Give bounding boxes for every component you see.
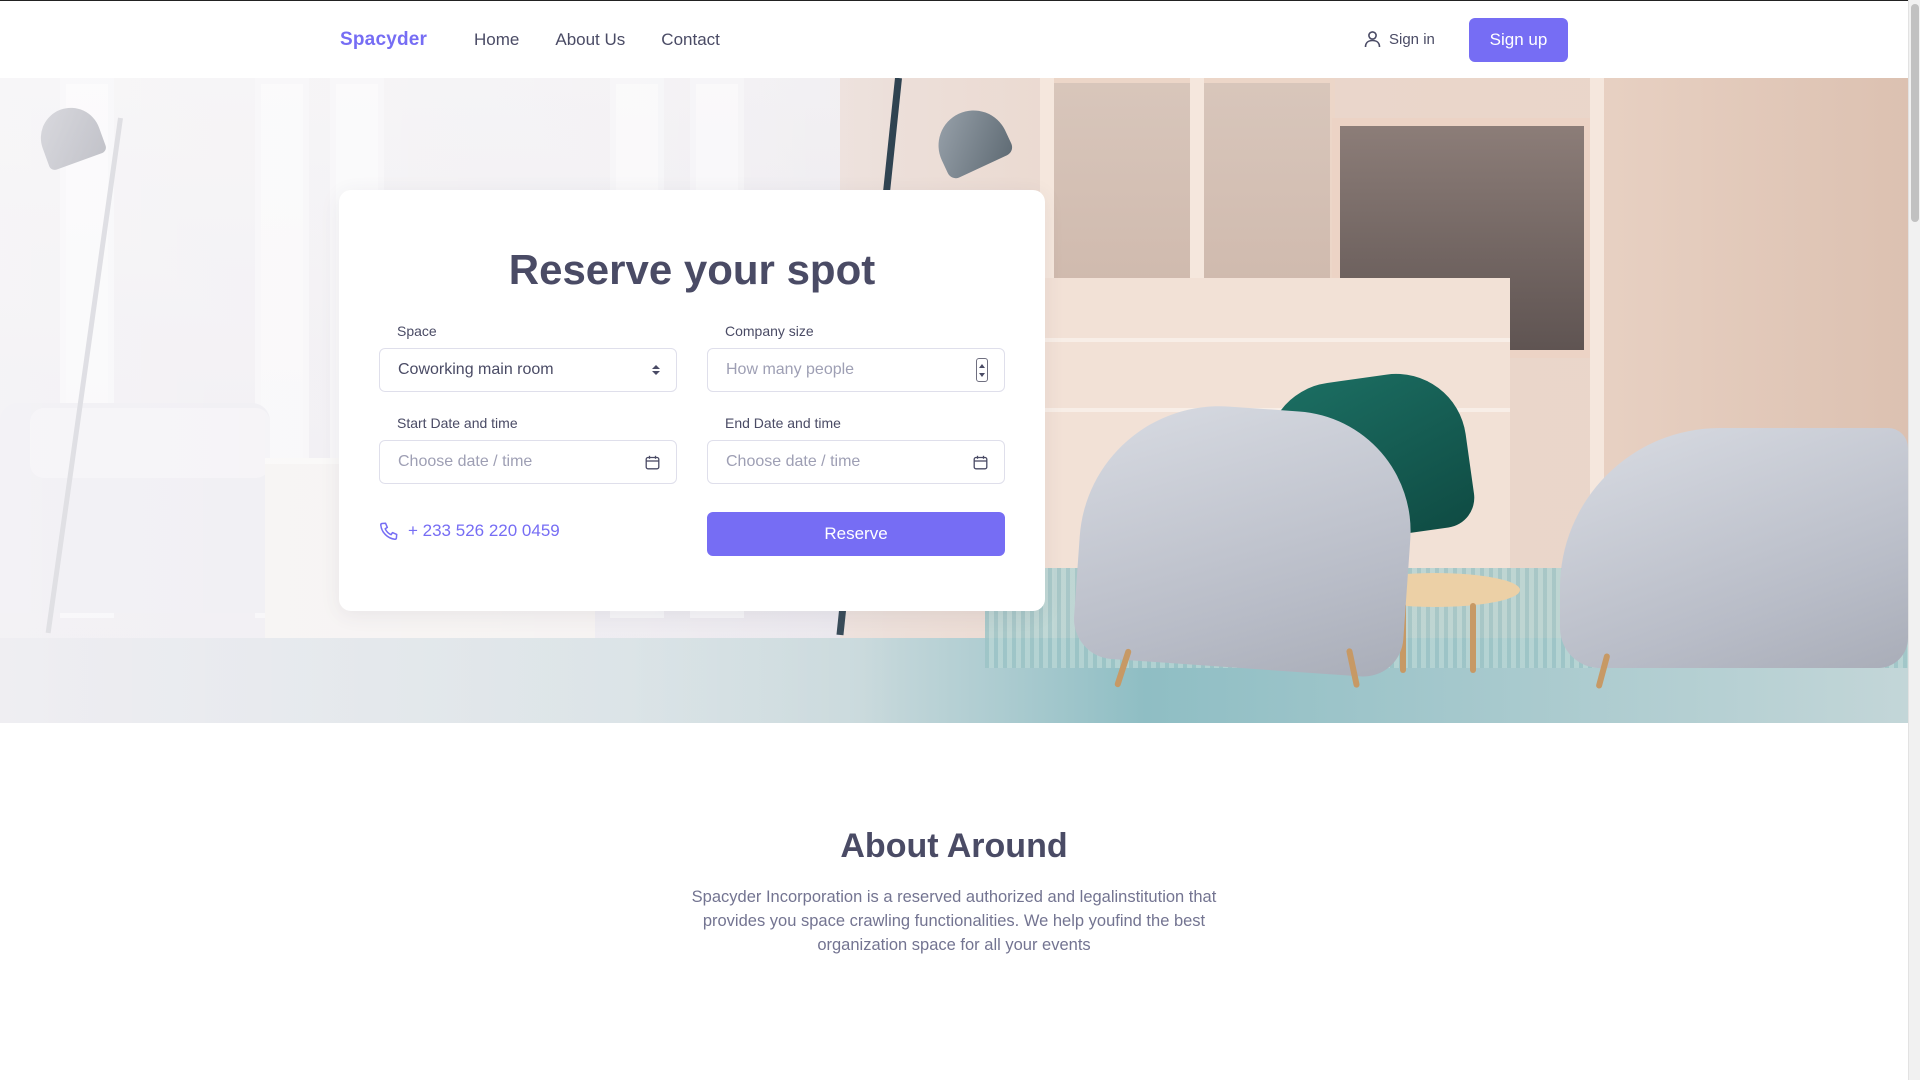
number-stepper-icon[interactable]	[976, 358, 988, 382]
calendar-icon	[645, 455, 660, 469]
company-size-label: Company size	[725, 323, 814, 339]
company-size-input[interactable]: How many people	[707, 348, 1005, 392]
start-date-label: Start Date and time	[397, 415, 518, 431]
phone-number: + 233 526 220 0459	[408, 521, 560, 540]
about-title: About Around	[840, 827, 1068, 865]
sign-up-button[interactable]: Sign up	[1469, 18, 1568, 62]
reserve-button[interactable]: Reserve	[707, 512, 1005, 556]
space-select[interactable]: Coworking main room	[379, 348, 677, 392]
sign-in-link[interactable]: Sign in	[1364, 30, 1435, 48]
reservation-title: Reserve your spot	[508, 246, 876, 293]
page-scrollbar[interactable]	[1908, 0, 1920, 1080]
phone-link[interactable]: + 233 526 220 0459	[379, 521, 560, 541]
reservation-card: Reserve your spot Space Coworking main r…	[339, 190, 1045, 611]
nav-home[interactable]: Home	[474, 30, 519, 50]
about-description: Spacyder Incorporation is a reserved aut…	[691, 888, 1217, 954]
main-nav: Home About Us Contact	[474, 30, 720, 50]
start-date-placeholder: Choose date / time	[398, 453, 533, 470]
scrollbar-thumb[interactable]	[1911, 4, 1919, 222]
company-size-placeholder: How many people	[726, 361, 855, 378]
hero-section: Reserve your spot Space Coworking main r…	[0, 78, 1908, 723]
nav-contact[interactable]: Contact	[661, 30, 720, 50]
site-header: Spacyder Home About Us Contact Sign in S…	[0, 2, 1908, 78]
brand-logo[interactable]: Spacyder	[340, 29, 427, 51]
page: Spacyder Home About Us Contact Sign in S…	[0, 0, 1908, 1080]
start-date-input[interactable]: Choose date / time	[379, 440, 677, 484]
calendar-icon	[973, 455, 988, 469]
user-icon	[1364, 31, 1381, 48]
space-select-value: Coworking main room	[398, 361, 554, 378]
sign-in-label: Sign in	[1389, 30, 1435, 48]
nav-about-us[interactable]: About Us	[555, 30, 625, 50]
end-date-input[interactable]: Choose date / time	[707, 440, 1005, 484]
select-arrows-icon	[652, 365, 660, 375]
space-label: Space	[397, 323, 437, 339]
end-date-placeholder: Choose date / time	[726, 453, 861, 470]
phone-icon	[380, 522, 398, 540]
end-date-label: End Date and time	[725, 415, 841, 431]
